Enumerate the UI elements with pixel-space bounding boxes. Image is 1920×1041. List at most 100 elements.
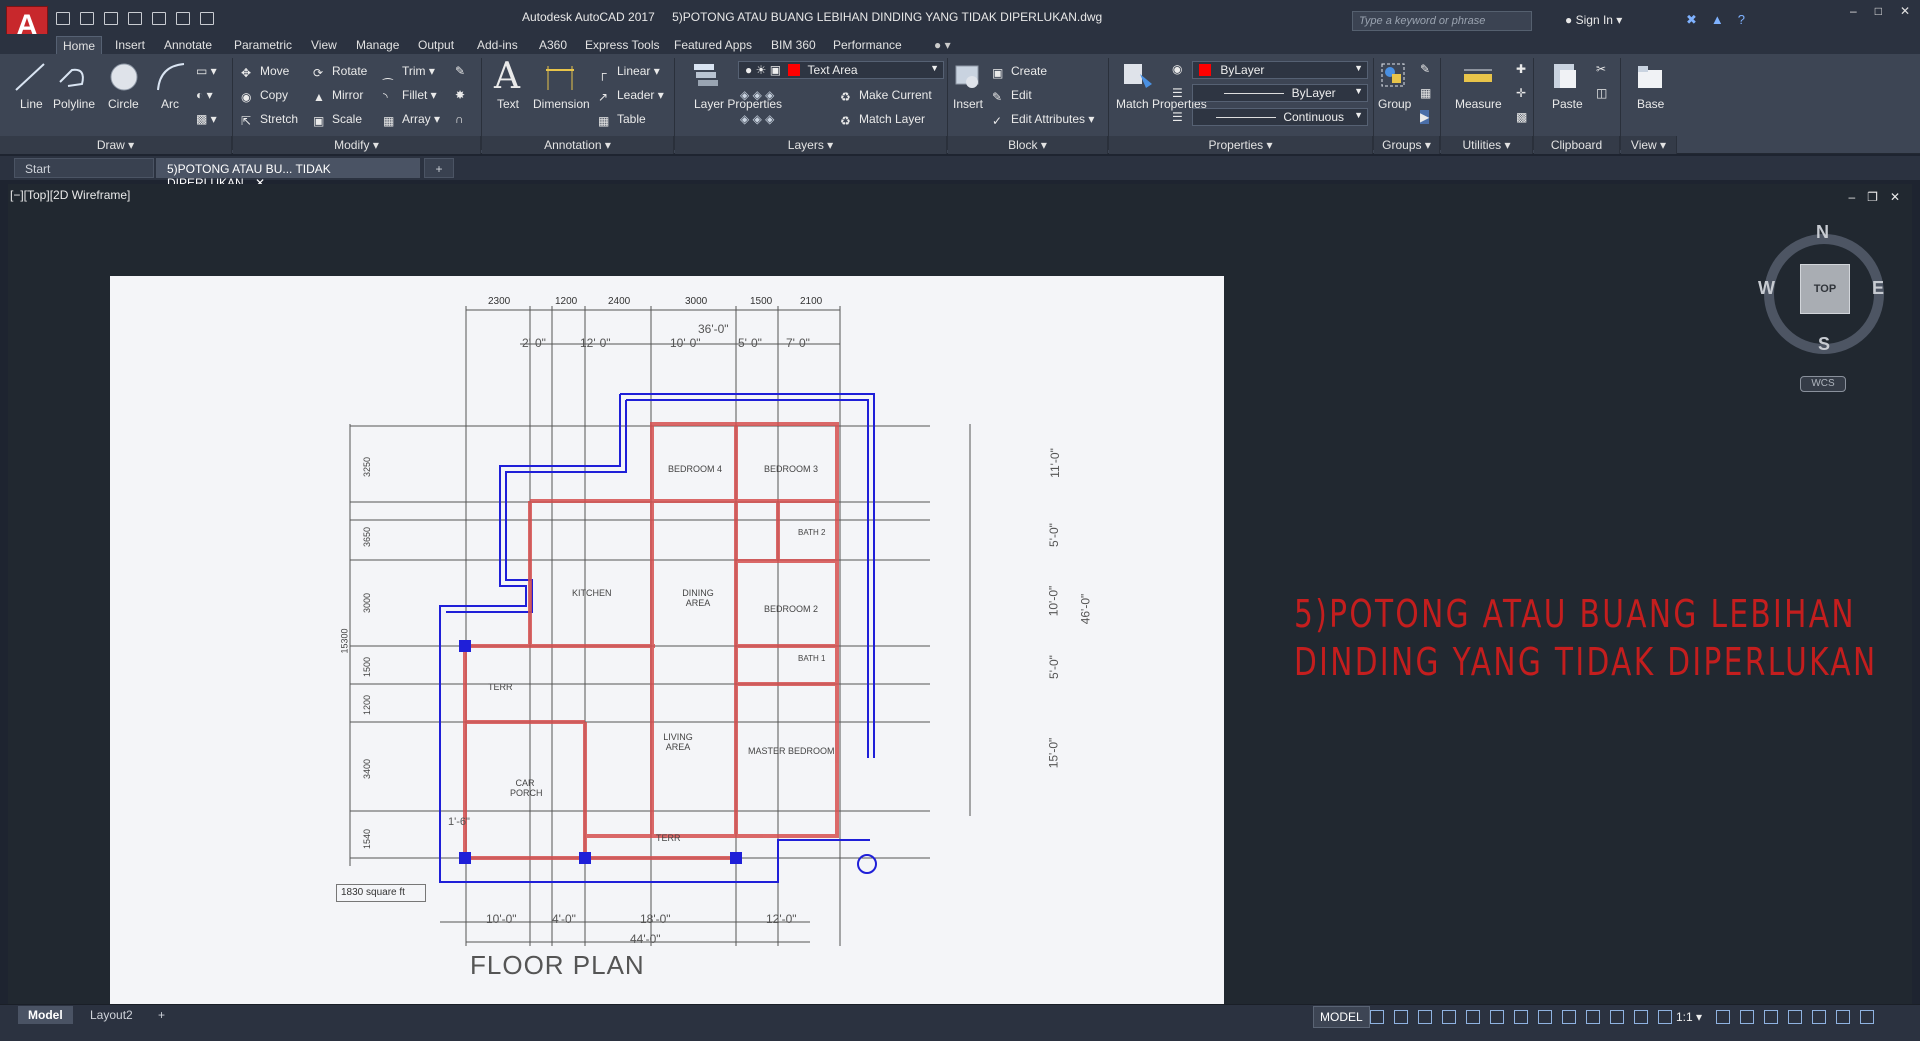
offset-icon[interactable]: ∩ (455, 112, 464, 126)
base-view-icon[interactable] (1634, 62, 1666, 92)
trim-button[interactable]: ⁔ Trim ▾ (383, 64, 435, 80)
text-icon[interactable]: A (494, 56, 520, 97)
compass-east[interactable]: E (1872, 278, 1884, 299)
edit-attributes-button[interactable]: ✓ Edit Attributes ▾ (992, 112, 1094, 128)
match-layer-button[interactable]: ♻ Match Layer (840, 112, 925, 128)
model-space-button[interactable]: MODEL (1313, 1006, 1370, 1028)
clean-screen-icon[interactable] (1836, 1010, 1850, 1024)
search-input[interactable]: Type a keyword or phrase (1352, 11, 1532, 31)
tab-featured-apps[interactable]: Featured Apps (668, 36, 758, 54)
compass-north[interactable]: N (1816, 222, 1829, 243)
compass-south[interactable]: S (1818, 334, 1830, 355)
tab-output[interactable]: Output (412, 36, 460, 54)
viewport-close-icon[interactable]: ✕ (1890, 190, 1900, 204)
tab-insert[interactable]: Insert (109, 36, 151, 54)
draw-panel-footer[interactable]: Draw ▾ (0, 136, 232, 154)
copy-clip-icon[interactable]: ◫ (1596, 86, 1607, 100)
tab-bim-360[interactable]: BIM 360 (765, 36, 822, 54)
viewcube-top-face[interactable]: TOP (1800, 264, 1850, 314)
group-icon[interactable] (1378, 60, 1410, 90)
leader-button[interactable]: ↗ Leader ▾ (598, 88, 664, 104)
viewport-controls-label[interactable]: [−][Top][2D Wireframe] (10, 188, 130, 202)
hardware-acceleration-icon[interactable] (1812, 1010, 1826, 1024)
drawing-tab[interactable]: 5)POTONG ATAU BU... TIDAK DIPERLUKAN ✕ (156, 158, 420, 190)
tab-view[interactable]: View (305, 36, 343, 54)
quick-calc-icon[interactable]: ✚ (1516, 62, 1526, 76)
tab-performance[interactable]: Performance (827, 36, 908, 54)
linetype-icon[interactable]: ☰ (1172, 110, 1183, 124)
linear-button[interactable]: ┌ Linear ▾ (598, 64, 660, 80)
hatch-icon[interactable]: ◐ ▾ (196, 88, 213, 102)
isodraft-icon[interactable] (1466, 1010, 1480, 1024)
text-button[interactable]: Text (497, 97, 519, 111)
isolate-objects-icon[interactable] (1788, 1010, 1802, 1024)
erase-icon[interactable]: ✎ (455, 64, 465, 78)
new-icon[interactable] (56, 12, 70, 25)
transparency-icon[interactable] (1562, 1010, 1576, 1024)
group-button[interactable]: Group (1378, 97, 1411, 111)
utilities-panel-footer[interactable]: Utilities ▾ (1441, 136, 1533, 154)
table-button[interactable]: ▦ Table (598, 112, 646, 128)
viewport-minimize-icon[interactable]: – (1848, 190, 1855, 204)
layer-tool-icons[interactable]: ◈ ◈ ◈ (740, 112, 774, 126)
polyline-button[interactable]: Polyline (53, 97, 95, 111)
start-tab[interactable]: Start (14, 158, 154, 178)
tab-add-ins[interactable]: Add-ins (471, 36, 524, 54)
layer-state-icons[interactable]: ◈ ◈ ◈ (740, 88, 774, 102)
circle-icon[interactable] (108, 62, 140, 92)
tab-annotate[interactable]: Annotate (158, 36, 218, 54)
annotation-panel-footer[interactable]: Annotation ▾ (482, 136, 674, 154)
lineweight-icon[interactable]: ☰ (1172, 86, 1183, 100)
lineweight-dropdown[interactable]: ByLayer ▼ (1192, 84, 1368, 102)
ortho-icon[interactable] (1418, 1010, 1432, 1024)
match-properties-icon[interactable] (1122, 60, 1154, 90)
move-button[interactable]: ✥ Move (241, 64, 289, 80)
color-wheel-icon[interactable]: ◉ (1172, 62, 1182, 76)
measure-button[interactable]: Measure (1455, 97, 1502, 111)
save-icon[interactable] (104, 12, 118, 25)
layer-dropdown[interactable]: ● ☀ ▣ Text Area ▼ (738, 61, 944, 79)
viewport-restore-icon[interactable]: ❐ (1867, 190, 1878, 204)
new-tab-button[interactable]: + (424, 158, 454, 178)
annotation-scale-dropdown[interactable]: 1:1 ▾ (1676, 1010, 1702, 1024)
id-point-icon[interactable]: ✛ (1516, 86, 1526, 100)
circle-button[interactable]: Circle (108, 97, 139, 111)
tab-parametric[interactable]: Parametric (228, 36, 298, 54)
save-as-icon[interactable] (128, 12, 142, 25)
compass-west[interactable]: W (1758, 278, 1775, 299)
auto-scale-icon[interactable] (1634, 1010, 1648, 1024)
dimension-icon[interactable] (544, 62, 576, 92)
model-tab[interactable]: Model (18, 1006, 73, 1024)
sign-in-button[interactable]: ● Sign In ▾ (1565, 13, 1622, 27)
insert-block-icon[interactable] (952, 60, 984, 90)
explode-icon[interactable]: ✸ (455, 88, 465, 102)
grid-icon[interactable] (1370, 1010, 1384, 1024)
modify-panel-footer[interactable]: Modify ▾ (233, 136, 481, 154)
units-icon[interactable] (1764, 1010, 1778, 1024)
cut-icon[interactable]: ✂ (1596, 62, 1606, 76)
snap-icon[interactable] (1394, 1010, 1408, 1024)
wcs-menu[interactable]: WCS (1800, 376, 1846, 392)
floor-plan-image[interactable]: 2300 1200 2400 3000 1500 2100 36'-0" 2'-… (110, 276, 1224, 1004)
stretch-button[interactable]: ⇱ Stretch (241, 112, 298, 128)
paste-icon[interactable] (1550, 60, 1582, 90)
region-icon[interactable]: ▩ ▾ (196, 112, 217, 126)
group-selection-icon[interactable]: ▶ (1420, 110, 1430, 124)
block-panel-footer[interactable]: Block ▾ (948, 136, 1108, 154)
polar-icon[interactable] (1442, 1010, 1456, 1024)
linetype-dropdown[interactable]: Continuous ▼ (1192, 108, 1368, 126)
arc-icon[interactable] (154, 62, 186, 92)
arc-button[interactable]: Arc (161, 97, 179, 111)
dimension-button[interactable]: Dimension (533, 97, 590, 111)
customization-menu-icon[interactable] (1860, 1010, 1874, 1024)
maximize-icon[interactable]: □ (1875, 4, 1882, 18)
open-icon[interactable] (80, 12, 94, 25)
exchange-icon[interactable]: ✖ (1686, 12, 1697, 28)
make-current-button[interactable]: ♻ Make Current (840, 88, 932, 104)
measure-icon[interactable] (1462, 62, 1494, 92)
a360-icon[interactable]: ▲ (1711, 12, 1724, 28)
annotation-visibility-icon[interactable] (1610, 1010, 1624, 1024)
edit-block-button[interactable]: ✎ Edit (992, 88, 1032, 104)
annotation-scale-icon[interactable] (1658, 1010, 1672, 1024)
properties-panel-footer[interactable]: Properties ▾ (1109, 136, 1373, 154)
